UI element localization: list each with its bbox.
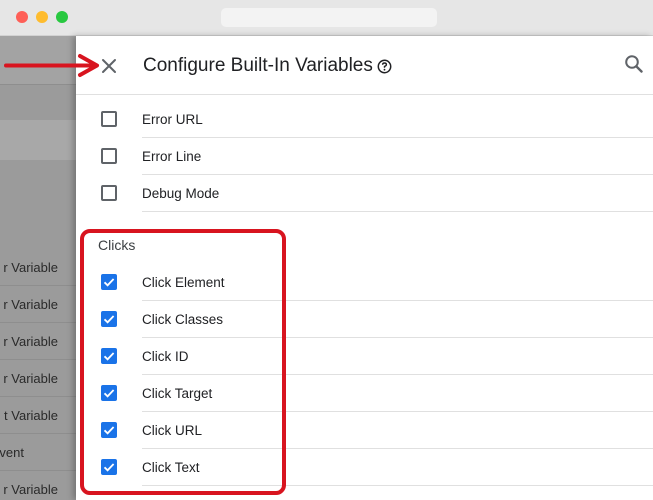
annotation-highlight-box bbox=[80, 229, 286, 495]
variable-label: Error Line bbox=[142, 149, 202, 164]
background-list-item: vent bbox=[0, 434, 80, 471]
variable-row-error-line: Error Line bbox=[101, 138, 653, 175]
window-close-button[interactable] bbox=[16, 11, 28, 23]
background-list-item: r Variable bbox=[0, 471, 80, 500]
help-circle-icon[interactable] bbox=[377, 59, 392, 74]
panel-title: Configure Built-In Variables bbox=[143, 55, 373, 76]
address-bar[interactable] bbox=[221, 8, 437, 27]
window-minimize-button[interactable] bbox=[36, 11, 48, 23]
background-list-item: r Variable bbox=[0, 360, 80, 397]
panel-header: Configure Built-In Variables bbox=[76, 36, 653, 95]
window-titlebar bbox=[0, 0, 653, 36]
background-toolbar bbox=[0, 120, 80, 160]
variable-label: Debug Mode bbox=[142, 186, 220, 201]
background-app: r Variable r Variable r Variable r Varia… bbox=[0, 36, 80, 500]
row-divider bbox=[142, 211, 653, 212]
checkbox-error-line[interactable] bbox=[101, 148, 117, 164]
background-list-item: t Variable bbox=[0, 397, 80, 434]
background-list-item: r Variable bbox=[0, 249, 80, 286]
checkbox-error-url[interactable] bbox=[101, 111, 117, 127]
checkbox-debug-mode[interactable] bbox=[101, 185, 117, 201]
variable-row-error-url: Error URL bbox=[101, 101, 653, 138]
annotation-arrow-icon bbox=[4, 54, 99, 77]
window-zoom-button[interactable] bbox=[56, 11, 68, 23]
search-icon[interactable] bbox=[623, 53, 645, 75]
background-list-item: r Variable bbox=[0, 323, 80, 360]
variable-label: Error URL bbox=[142, 112, 203, 127]
background-divider bbox=[0, 84, 80, 85]
background-list-item: r Variable bbox=[0, 286, 80, 323]
variable-row-debug-mode: Debug Mode bbox=[101, 175, 653, 212]
